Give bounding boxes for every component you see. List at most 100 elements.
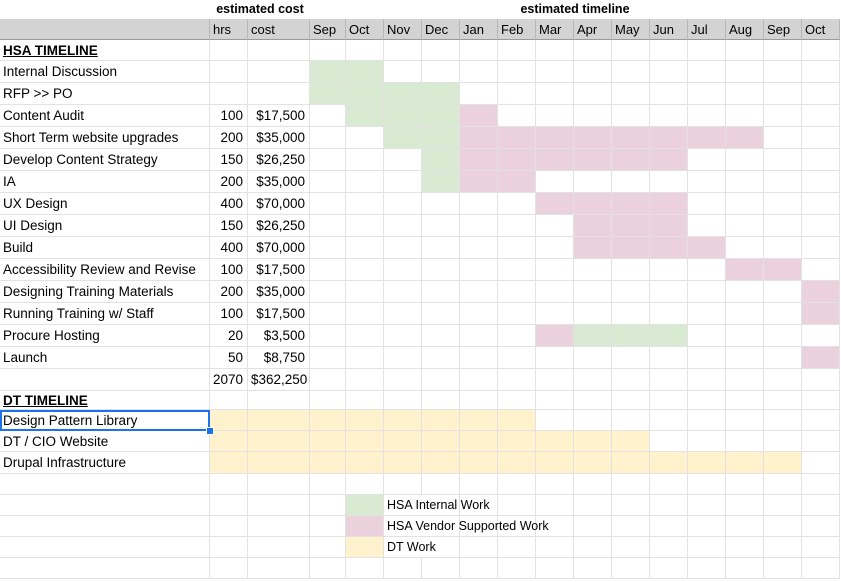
timeline-cell[interactable]	[498, 171, 536, 193]
task-name[interactable]: Internal Discussion	[0, 61, 210, 83]
empty-cell[interactable]	[248, 495, 310, 516]
cost-cell[interactable]: $8,750	[248, 347, 310, 369]
timeline-cell[interactable]	[384, 215, 422, 237]
timeline-cell[interactable]	[536, 431, 574, 452]
timeline-cell[interactable]	[726, 237, 764, 259]
timeline-cell[interactable]	[688, 369, 726, 391]
timeline-cell[interactable]	[764, 149, 802, 171]
timeline-cell[interactable]	[422, 303, 460, 325]
hrs-cell[interactable]: 400	[210, 237, 248, 259]
empty-cell[interactable]	[498, 537, 536, 558]
timeline-cell[interactable]	[574, 369, 612, 391]
task-name[interactable]: Develop Content Strategy	[0, 149, 210, 171]
timeline-cell[interactable]	[688, 452, 726, 474]
timeline-cell[interactable]	[802, 259, 840, 281]
empty-cell[interactable]	[210, 558, 248, 579]
timeline-cell[interactable]	[612, 171, 650, 193]
timeline-cell[interactable]	[726, 171, 764, 193]
empty-cell[interactable]	[764, 495, 802, 516]
empty-cell[interactable]	[650, 495, 688, 516]
timeline-cell[interactable]	[802, 303, 840, 325]
empty-cell[interactable]	[726, 495, 764, 516]
timeline-cell[interactable]	[726, 149, 764, 171]
empty-cell[interactable]	[210, 495, 248, 516]
cost-cell[interactable]: $3,500	[248, 325, 310, 347]
hrs-cell[interactable]	[210, 40, 248, 61]
timeline-cell[interactable]	[574, 391, 612, 410]
timeline-cell[interactable]	[384, 149, 422, 171]
hrs-cell[interactable]: 150	[210, 215, 248, 237]
empty-cell[interactable]	[688, 495, 726, 516]
timeline-cell[interactable]	[422, 325, 460, 347]
timeline-cell[interactable]	[422, 347, 460, 369]
timeline-cell[interactable]	[802, 281, 840, 303]
empty-cell[interactable]	[460, 537, 498, 558]
timeline-cell[interactable]	[574, 452, 612, 474]
timeline-cell[interactable]	[688, 259, 726, 281]
timeline-cell[interactable]	[460, 259, 498, 281]
timeline-cell[interactable]	[612, 193, 650, 215]
timeline-cell[interactable]	[346, 281, 384, 303]
task-name[interactable]: Accessibility Review and Revise	[0, 259, 210, 281]
hrs-cell[interactable]: 2070	[210, 369, 248, 391]
timeline-cell[interactable]	[384, 369, 422, 391]
timeline-cell[interactable]	[688, 127, 726, 149]
empty-cell[interactable]	[0, 537, 210, 558]
timeline-cell[interactable]	[764, 61, 802, 83]
empty-cell[interactable]	[726, 558, 764, 579]
timeline-cell[interactable]	[802, 83, 840, 105]
empty-cell[interactable]	[0, 495, 210, 516]
timeline-cell[interactable]	[498, 325, 536, 347]
timeline-cell[interactable]	[422, 391, 460, 410]
timeline-cell[interactable]	[536, 303, 574, 325]
timeline-cell[interactable]	[688, 410, 726, 431]
timeline-cell[interactable]	[310, 127, 346, 149]
timeline-cell[interactable]	[802, 452, 840, 474]
timeline-cell[interactable]	[688, 391, 726, 410]
timeline-cell[interactable]	[498, 215, 536, 237]
empty-cell[interactable]	[688, 474, 726, 495]
cost-cell[interactable]: $17,500	[248, 259, 310, 281]
empty-cell[interactable]	[536, 495, 574, 516]
timeline-cell[interactable]	[650, 452, 688, 474]
timeline-cell[interactable]	[574, 281, 612, 303]
cost-cell[interactable]: $26,250	[248, 149, 310, 171]
cost-cell[interactable]: $35,000	[248, 281, 310, 303]
timeline-cell[interactable]	[726, 452, 764, 474]
timeline-cell[interactable]	[460, 281, 498, 303]
timeline-cell[interactable]	[650, 83, 688, 105]
task-name[interactable]: Content Audit	[0, 105, 210, 127]
timeline-cell[interactable]	[346, 431, 384, 452]
timeline-cell[interactable]	[612, 127, 650, 149]
timeline-cell[interactable]	[726, 325, 764, 347]
empty-cell[interactable]	[574, 558, 612, 579]
timeline-cell[interactable]	[384, 325, 422, 347]
empty-cell[interactable]	[802, 474, 840, 495]
timeline-cell[interactable]	[764, 237, 802, 259]
empty-cell[interactable]	[210, 537, 248, 558]
empty-cell[interactable]	[764, 537, 802, 558]
timeline-cell[interactable]	[346, 40, 384, 61]
timeline-cell[interactable]	[726, 431, 764, 452]
empty-cell[interactable]	[574, 474, 612, 495]
empty-cell[interactable]	[498, 558, 536, 579]
timeline-cell[interactable]	[802, 193, 840, 215]
task-name[interactable]: DT / CIO Website	[0, 431, 210, 452]
timeline-cell[interactable]	[310, 105, 346, 127]
empty-cell[interactable]	[612, 537, 650, 558]
timeline-cell[interactable]	[802, 369, 840, 391]
timeline-cell[interactable]	[650, 171, 688, 193]
empty-cell[interactable]	[210, 516, 248, 537]
empty-cell[interactable]	[346, 558, 384, 579]
timeline-cell[interactable]	[764, 259, 802, 281]
timeline-cell[interactable]	[498, 83, 536, 105]
task-name[interactable]: Drupal Infrastructure	[0, 452, 210, 474]
timeline-cell[interactable]	[574, 61, 612, 83]
timeline-cell[interactable]	[612, 40, 650, 61]
timeline-cell[interactable]	[384, 303, 422, 325]
timeline-cell[interactable]	[384, 83, 422, 105]
timeline-cell[interactable]	[574, 347, 612, 369]
timeline-cell[interactable]	[764, 40, 802, 61]
timeline-cell[interactable]	[310, 347, 346, 369]
empty-cell[interactable]	[764, 558, 802, 579]
